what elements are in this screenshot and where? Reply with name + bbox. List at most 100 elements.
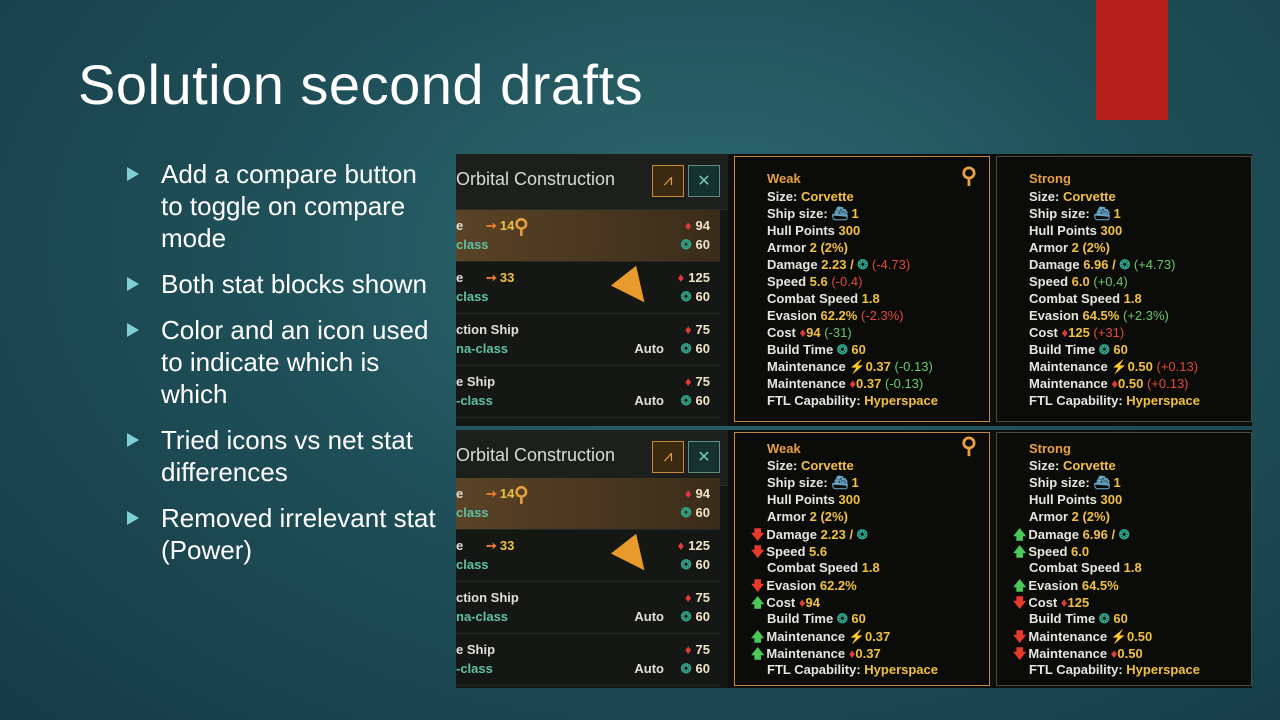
row-text: 94 xyxy=(685,486,710,501)
stat-line: Size: Corvette xyxy=(767,189,854,204)
row-text: e Ship xyxy=(456,642,496,657)
stat-line: Ship size: ⛴ 1 xyxy=(767,206,859,221)
arrow-down-icon: 🡇 xyxy=(751,527,765,542)
stat-line: Hull Points 300 xyxy=(767,492,861,507)
bullet-arrow-icon xyxy=(127,323,139,337)
stat-line: Cost ♦125 (+31) xyxy=(1029,325,1125,340)
stat-line: Ship size: ⛴ 1 xyxy=(1029,475,1121,490)
row-text: 94 xyxy=(685,218,710,233)
row-text: ction Ship xyxy=(456,322,519,337)
strong-stat-panel: Strong Size: Corvette Ship size: ⛴ 1 Hul… xyxy=(996,156,1252,422)
row-text: class xyxy=(456,505,489,520)
stat-line: Armor 2 (2%) xyxy=(1029,509,1110,524)
ship-icon: ⛴ xyxy=(1093,206,1110,221)
row-text: 60 xyxy=(681,609,710,625)
arrow-up-icon: 🡅 xyxy=(1013,544,1027,559)
stat-line: Maintenance ⚡0.50 (+0.13) xyxy=(1029,359,1199,374)
row-text: 75 xyxy=(685,642,710,657)
compare-toggle-button[interactable]: ⩘ xyxy=(652,441,684,473)
stat-line: Damage 6.96 / ❂ (+4.73) xyxy=(1029,257,1176,272)
list-row[interactable]: e 14 ⚲ class 94 60 xyxy=(456,478,720,530)
ship-icon: ⛴ xyxy=(831,475,848,490)
stat-line: Maintenance ⚡0.37 (-0.13) xyxy=(767,359,933,374)
row-text: 60 xyxy=(681,237,710,253)
accent-tab xyxy=(1096,0,1168,120)
stat-line: Size: Corvette xyxy=(767,458,854,473)
stat-line: Build Time ❂ 60 xyxy=(767,342,866,357)
stat-line: Combat Speed 1.8 xyxy=(767,291,880,306)
stat-line: Combat Speed 1.8 xyxy=(1029,291,1142,306)
close-button[interactable]: ✕ xyxy=(688,165,720,197)
stat-line: FTL Capability: Hyperspace xyxy=(767,393,938,408)
row-text: Auto xyxy=(634,341,664,356)
list-row[interactable]: e 33 class 125 60 xyxy=(456,530,720,582)
energy-credit-icon: ⚡ xyxy=(849,359,866,374)
panel-title: Weak xyxy=(767,441,801,456)
row-text: -class xyxy=(456,661,493,676)
stat-line: Combat Speed 1.8 xyxy=(1029,560,1142,575)
arrow-up-icon: 🡅 xyxy=(1013,578,1027,593)
time-icon: ❂ xyxy=(836,342,848,357)
list-row[interactable]: e Ship -class Auto 75 60 xyxy=(456,634,720,686)
bullet-arrow-icon xyxy=(127,511,139,525)
energy-credit-icon: ⚡ xyxy=(1111,359,1128,374)
stat-line: Ship size: ⛴ 1 xyxy=(1029,206,1121,221)
energy-icon: ❂ xyxy=(1118,527,1130,542)
row-text: class xyxy=(456,237,489,252)
energy-credit-icon: ⚡ xyxy=(1110,629,1127,644)
compare-toggle-button[interactable]: ⩘ xyxy=(652,165,684,197)
row-text: class xyxy=(456,557,489,572)
search-icon[interactable]: ⚲ xyxy=(514,482,529,507)
bullet-arrow-icon xyxy=(127,167,139,181)
row-text: 75 xyxy=(685,590,710,605)
stat-line: FTL Capability: Hyperspace xyxy=(1029,662,1200,677)
list-row[interactable]: ction Ship na-class Auto 75 60 xyxy=(456,582,720,634)
search-icon[interactable]: ⚲ xyxy=(961,163,977,189)
row-text: Auto xyxy=(634,661,664,676)
arrow-up-icon: 🡅 xyxy=(751,595,765,610)
row-text: na-class xyxy=(456,341,509,356)
row-text: 33 xyxy=(486,270,514,286)
row-text: Auto xyxy=(634,609,664,624)
row-text: e xyxy=(456,486,464,501)
stat-line: Size: Corvette xyxy=(1029,458,1116,473)
stat-line: FTL Capability: Hyperspace xyxy=(767,662,938,677)
close-button[interactable]: ✕ xyxy=(688,441,720,473)
row-text: 60 xyxy=(681,661,710,677)
list-title: Orbital Construction xyxy=(456,445,616,465)
stat-line: Size: Corvette xyxy=(1029,189,1116,204)
time-icon: ❂ xyxy=(836,611,848,626)
search-icon[interactable]: ⚲ xyxy=(961,433,977,459)
row-text: Auto xyxy=(634,393,664,408)
stat-line: Combat Speed 1.8 xyxy=(767,560,880,575)
time-icon: ❂ xyxy=(1098,611,1110,626)
energy-icon: ❂ xyxy=(856,527,868,542)
bullet-item: Color and an icon used to indicate which… xyxy=(125,314,445,410)
stat-line: Build Time ❂ 60 xyxy=(767,611,866,626)
stat-line: Ship size: ⛴ 1 xyxy=(767,475,859,490)
list-row[interactable]: e 33 class 125 60 xyxy=(456,262,720,314)
stat-line: Speed 5.6 (-0.4) xyxy=(767,274,863,289)
stat-line: Hull Points 300 xyxy=(1029,492,1123,507)
arrow-up-icon: 🡅 xyxy=(751,646,765,661)
ship-icon: ⛴ xyxy=(1093,475,1110,490)
stat-line: Armor 2 (2%) xyxy=(767,240,848,255)
slide-title: Solution second drafts xyxy=(78,53,644,116)
search-icon[interactable]: ⚲ xyxy=(514,214,529,239)
row-text: 60 xyxy=(681,393,710,409)
list-header: Orbital Construction ⩘ ✕ xyxy=(456,154,728,210)
bullet-item: Both stat blocks shown xyxy=(125,268,445,300)
row-text: 60 xyxy=(681,557,710,573)
row-text: 14 xyxy=(486,486,514,502)
list-row[interactable]: ction Ship na-class Auto 75 60 xyxy=(456,314,720,366)
list-row[interactable]: e Ship -class Auto 75 60 xyxy=(456,366,720,418)
ship-list-panel: Orbital Construction ⩘ ✕ e 14 ⚲ class 94… xyxy=(456,154,728,426)
list-row[interactable]: e 14 ⚲ class 94 60 xyxy=(456,210,720,262)
stat-line: Build Time ❂ 60 xyxy=(1029,342,1128,357)
bullet-text: Removed irrelevant stat (Power) xyxy=(161,503,436,565)
row-text: 125 xyxy=(678,270,710,285)
row-text: e xyxy=(456,538,464,553)
stat-line: Hull Points 300 xyxy=(767,223,861,238)
row-text: 75 xyxy=(685,322,710,337)
bullet-text: Tried icons vs net stat differences xyxy=(161,425,413,487)
